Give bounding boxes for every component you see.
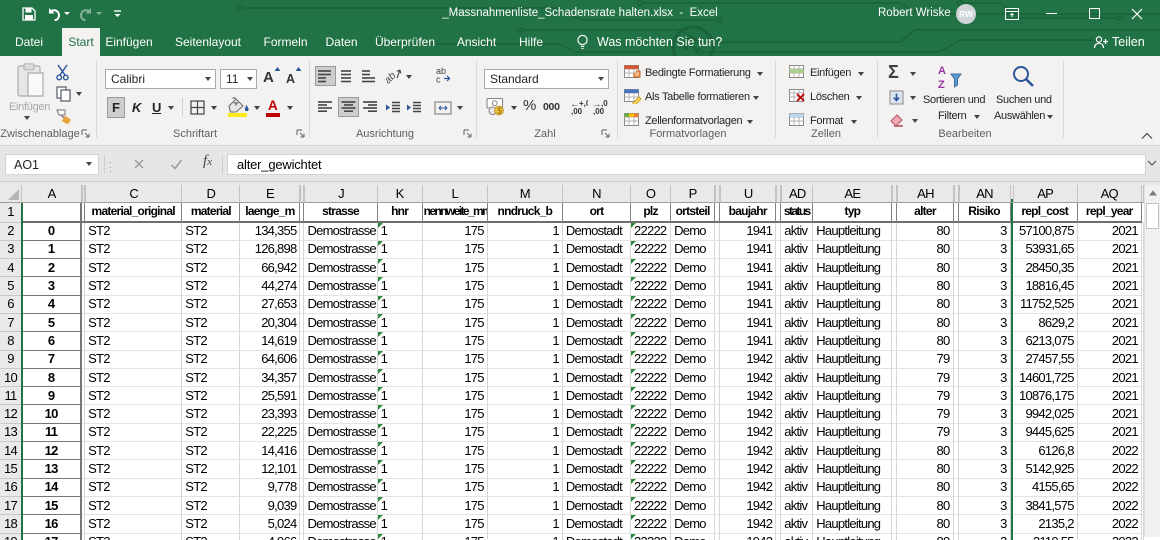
svg-text:,00: ,00 [571,107,583,115]
svg-text:+,0: +,0 [579,99,588,108]
svg-text:,0: ,0 [601,99,608,108]
svg-text:ab: ab [384,70,399,84]
svg-text:c: c [436,75,441,84]
svg-text:$: $ [497,107,502,116]
svg-text:Z: Z [938,79,945,90]
svg-text:A: A [938,65,946,77]
svg-text:,00: ,00 [593,107,605,115]
